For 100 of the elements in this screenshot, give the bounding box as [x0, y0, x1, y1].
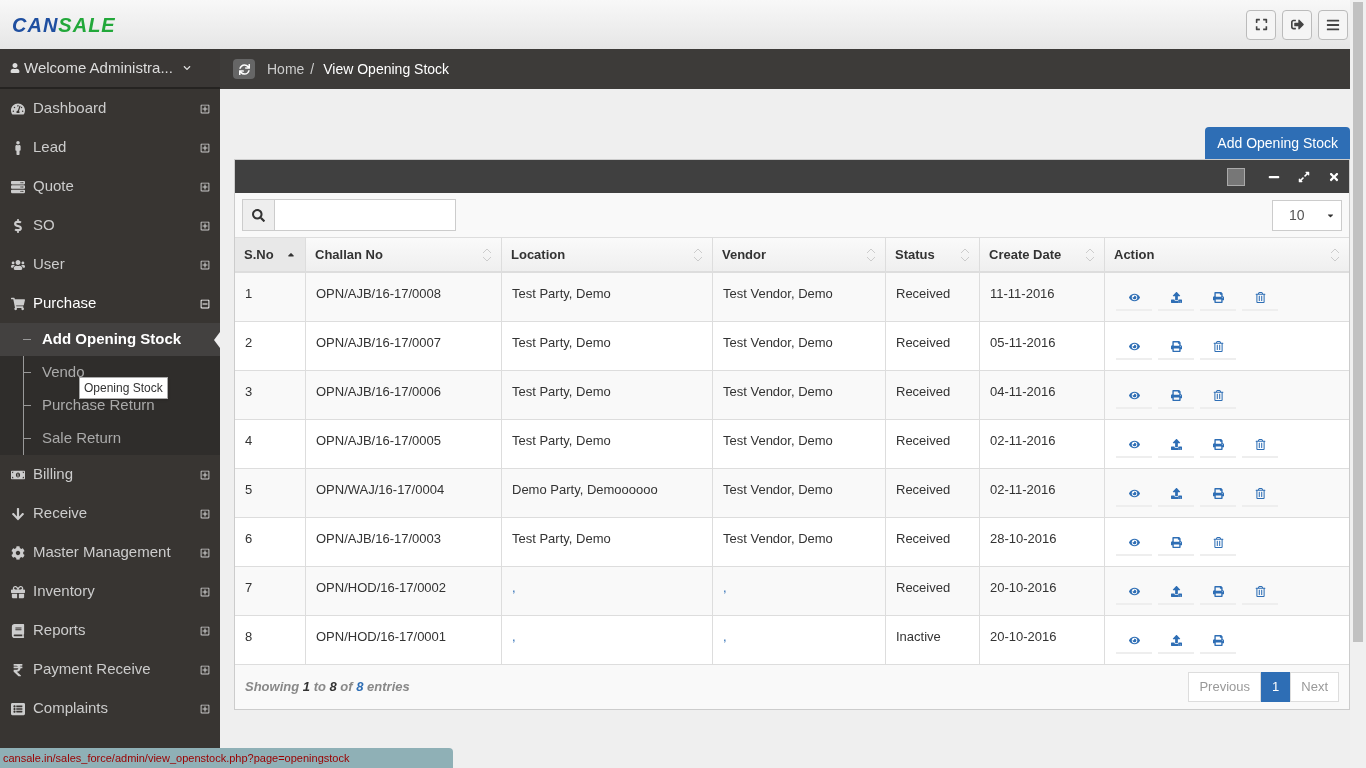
table-cell: Received: [885, 371, 979, 419]
rupee-icon: [11, 662, 25, 677]
submenu-item[interactable]: Sale Return: [0, 422, 220, 455]
expand-icon: [200, 625, 210, 636]
sidebar-item[interactable]: Master Management: [0, 533, 220, 572]
user-icon: [10, 63, 20, 73]
sidebar-item[interactable]: Lead: [0, 128, 220, 167]
column-header[interactable]: Challan No: [305, 238, 501, 271]
table-cell: Test Party, Demo: [501, 518, 712, 566]
sort-icon: [1085, 246, 1095, 263]
table-cell: ,: [501, 616, 712, 664]
table-cell: ,: [501, 567, 712, 615]
breadcrumb-link[interactable]: Home: [267, 58, 305, 80]
close-icon: [1328, 170, 1340, 183]
sidebar-item[interactable]: Dashboard: [0, 89, 220, 128]
expand-icon: [200, 508, 210, 519]
eye-icon: [1128, 585, 1140, 597]
dollar-icon: [11, 218, 25, 233]
sidebar-item[interactable]: User: [0, 245, 220, 284]
entries-info: Showing 1 to 8 of 8 entries: [245, 678, 410, 697]
menu-icon: [1326, 17, 1340, 32]
printer-icon: [1212, 634, 1224, 646]
list-icon: [11, 701, 25, 716]
breadcrumb-current: View Opening Stock: [323, 59, 450, 79]
table-cell: Received: [885, 469, 979, 517]
table-cell-text: 8: [244, 628, 254, 646]
table-cell: Test Party, Demo: [501, 420, 712, 468]
sidebar-item[interactable]: Billing: [0, 455, 220, 494]
eye-icon: [1128, 340, 1140, 352]
add-opening-stock-button[interactable]: Add Opening Stock: [1205, 127, 1350, 159]
sort-icon: [1330, 246, 1340, 263]
column-header[interactable]: Create Date: [979, 238, 1104, 271]
upload-icon: [1170, 585, 1182, 597]
sidebar-item[interactable]: SO: [0, 206, 220, 245]
column-header[interactable]: Vendor: [712, 238, 885, 271]
table-cell: OPN/AJB/16-17/0006: [305, 371, 501, 419]
maximize-icon: [1298, 170, 1310, 183]
table-cell-text: 4: [244, 432, 254, 450]
sidebar-item[interactable]: Reports: [0, 611, 220, 650]
breadcrumb-separator: /: [310, 59, 315, 79]
trash-icon: [1254, 585, 1266, 597]
trash-icon: [1254, 291, 1266, 303]
refresh-button[interactable]: [233, 59, 255, 79]
cart-icon: [11, 296, 25, 311]
table-cell: OPN/AJB/16-17/0005: [305, 420, 501, 468]
sort-icon: [960, 246, 970, 263]
table-cell: 20-10-2016: [979, 616, 1104, 664]
table-cell: 02-11-2016: [979, 420, 1104, 468]
eye-icon: [1128, 536, 1140, 548]
table-cell: OPN/HOD/16-17/0001: [305, 616, 501, 664]
column-header[interactable]: Status: [885, 238, 979, 271]
logout-icon: [1290, 18, 1304, 31]
table-cell: OPN/AJB/16-17/0003: [305, 518, 501, 566]
table-cell: ,: [712, 616, 885, 664]
fullscreen-icon: [1254, 18, 1268, 31]
table-cell: Received: [885, 567, 979, 615]
table-cell-text: 1: [244, 285, 254, 303]
sidebar-item[interactable]: Quote: [0, 167, 220, 206]
fullscreen-button[interactable]: [1246, 9, 1276, 40]
upload-icon: [1170, 291, 1182, 303]
table-cell: Test Vendor, Demo: [712, 273, 885, 321]
sidebar-item[interactable]: Inventory: [0, 572, 220, 611]
menu-button[interactable]: [1318, 9, 1348, 40]
tooltip: Opening Stock: [79, 377, 168, 399]
trash-icon: [1254, 438, 1266, 450]
table-cell: 02-11-2016: [979, 469, 1104, 517]
sidebar-item[interactable]: Payment Receive: [0, 650, 220, 689]
column-header[interactable]: Action: [1104, 238, 1349, 271]
expand-icon: [200, 586, 210, 597]
arrow-down-icon: [11, 506, 25, 521]
expand-icon: [200, 469, 210, 480]
table-cell-text: 6: [244, 530, 254, 548]
sidebar-item[interactable]: Receive: [0, 494, 220, 533]
table-cell: Received: [885, 273, 979, 321]
sort-icon: [482, 246, 492, 263]
eye-icon: [1128, 389, 1140, 401]
submenu-item[interactable]: Add Opening Stock: [0, 323, 220, 356]
logout-button[interactable]: [1282, 9, 1312, 40]
table-cell: 28-10-2016: [979, 518, 1104, 566]
sort-icon: [866, 246, 876, 263]
book-icon: [11, 623, 25, 638]
table-cell: Demo Party, Demoooooo: [501, 469, 712, 517]
printer-icon: [1170, 340, 1182, 352]
page-size-select[interactable]: 10: [1272, 199, 1342, 231]
expand-icon: [200, 259, 210, 270]
sidebar-item[interactable]: Complaints: [0, 689, 220, 728]
table-cell: Test Vendor, Demo: [712, 469, 885, 517]
trash-icon: [1212, 389, 1224, 401]
column-header[interactable]: Location: [501, 238, 712, 271]
search-field[interactable]: [242, 199, 456, 231]
trash-icon: [1254, 487, 1266, 499]
eye-icon: [1128, 291, 1140, 303]
pagination-button[interactable]: 1: [1261, 672, 1291, 702]
trash-icon: [1212, 536, 1224, 548]
expand-icon: [200, 547, 210, 558]
chevron-down-icon: [182, 64, 191, 72]
table-cell: Test Vendor, Demo: [712, 518, 885, 566]
sidebar-item[interactable]: Purchase: [0, 284, 220, 323]
column-header[interactable]: S.No: [235, 238, 305, 271]
gift-icon: [11, 584, 25, 599]
